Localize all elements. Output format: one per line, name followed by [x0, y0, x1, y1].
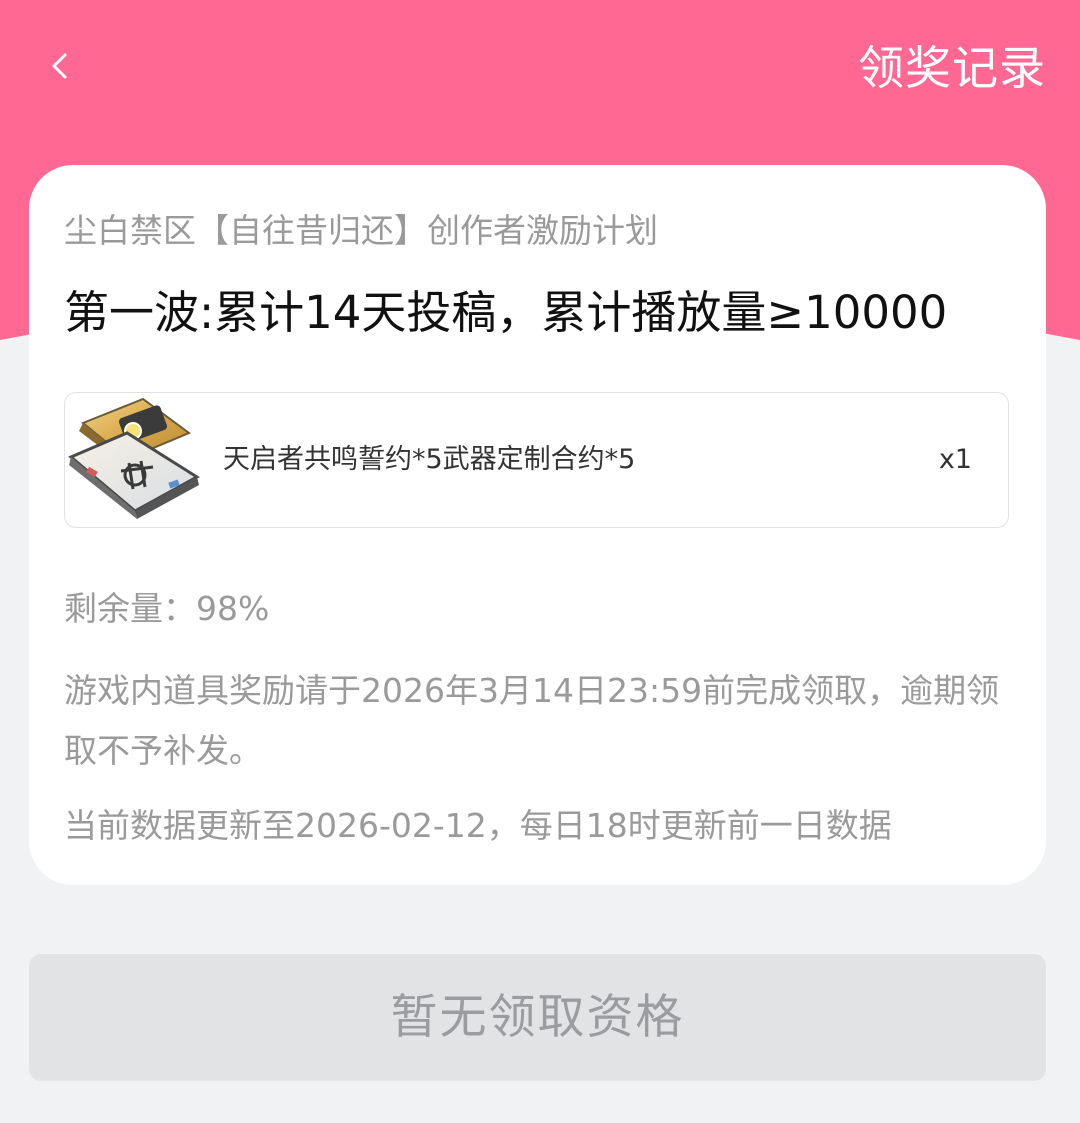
data-update-note: 当前数据更新至2026-02-12，每日18时更新前一日数据 [64, 806, 892, 845]
back-button[interactable] [40, 44, 84, 88]
award-records-link[interactable]: 领奖记录 [858, 40, 1046, 96]
chevron-left-icon [52, 53, 67, 79]
reward-name: 天启者共鸣誓约*5武器定制合约*5 [223, 444, 636, 475]
reward-quantity: x1 [938, 444, 972, 475]
reward-item: 天启者共鸣誓约*5武器定制合约*5 x1 [64, 392, 1009, 528]
reward-task-card: 尘白禁区【自往昔归还】创作者激励计划 第一波:累计14天投稿，累计播放量≥100… [29, 165, 1046, 885]
task-title: 第一波:累计14天投稿，累计播放量≥10000 [64, 286, 948, 339]
reward-pack-icon [68, 397, 200, 519]
deadline-note: 游戏内道具奖励请于2026年3月14日23:59前完成领取，逾期领取不予补发。 [64, 671, 1000, 770]
claim-button[interactable]: 暂无领取资格 [29, 954, 1046, 1081]
campaign-title: 尘白禁区【自往昔归还】创作者激励计划 [64, 211, 658, 250]
remaining-amount: 剩余量：98% [64, 589, 270, 628]
